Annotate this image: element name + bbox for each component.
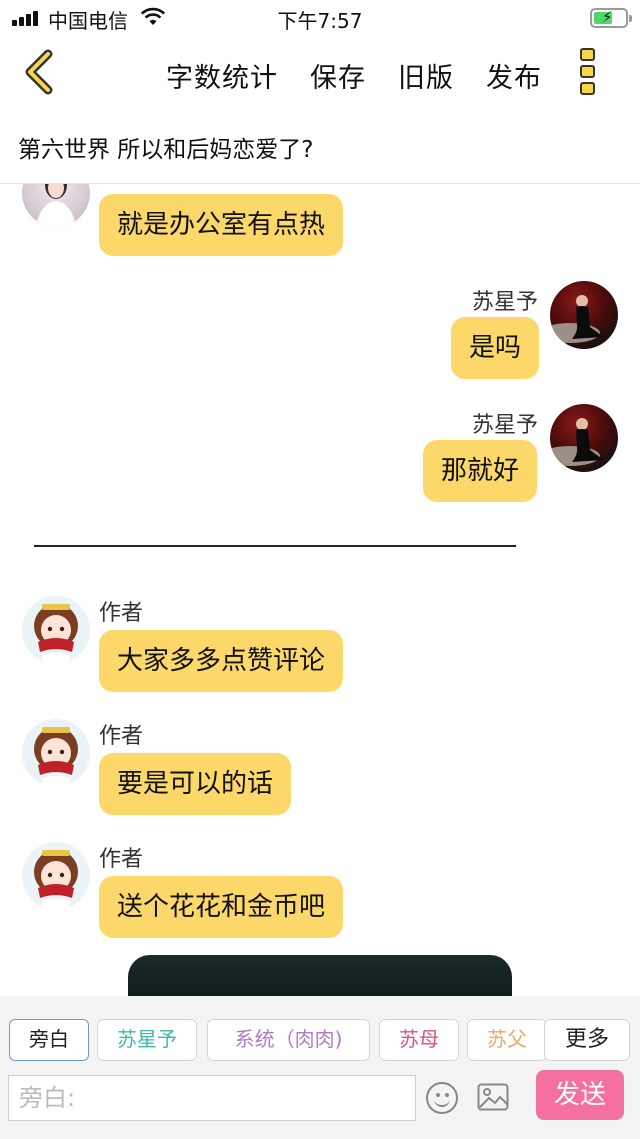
sender-name: 作者 [99, 847, 144, 872]
image-message[interactable] [128, 955, 512, 996]
sender-name: 作者 [99, 601, 144, 626]
chapter-title[interactable]: 第六世界 所以和后妈恋爱了? [18, 130, 314, 164]
message-bubble[interactable]: 就是办公室有点热 [99, 194, 344, 256]
composer-panel: 旁白 苏星予 系统（肉肉) 苏母 苏父 更多 旁白: 发送 [0, 996, 640, 1139]
message-input[interactable]: 旁白: [8, 1075, 416, 1121]
status-bar: 中国电信 下午7:57 ⚡ [0, 0, 640, 36]
role-chip-su-xingyu[interactable]: 苏星予 [97, 1019, 197, 1061]
more-roles-button[interactable]: 更多 [544, 1019, 630, 1061]
sender-name: 苏星予 [471, 290, 538, 315]
message-bubble[interactable]: 那就好 [423, 440, 538, 502]
chat-area[interactable]: 就是办公室有点热 苏星予 是吗 苏星予 那就好 作者 大家多多点赞评论 作者 要… [0, 184, 640, 996]
woman-avatar[interactable] [22, 184, 90, 227]
emoji-icon[interactable] [426, 1082, 458, 1114]
word-count-button[interactable]: 字数统计 [166, 56, 278, 95]
image-icon[interactable] [477, 1083, 509, 1111]
status-time: 下午7:57 [277, 9, 363, 33]
sender-name: 作者 [99, 724, 144, 749]
back-chevron-icon[interactable] [18, 48, 62, 96]
message-bubble[interactable]: 要是可以的话 [99, 753, 292, 815]
role-chip-narration[interactable]: 旁白 [9, 1019, 89, 1061]
message-bubble[interactable]: 送个花花和金币吧 [99, 876, 344, 938]
old-version-button[interactable]: 旧版 [398, 56, 454, 95]
send-button[interactable]: 发送 [536, 1070, 624, 1120]
message-bubble[interactable]: 大家多多点赞评论 [99, 630, 344, 692]
role-chip-system[interactable]: 系统（肉肉) [207, 1019, 370, 1061]
cartoon-girl-avatar[interactable] [22, 719, 90, 787]
role-chip-su-mother[interactable]: 苏母 [379, 1019, 459, 1061]
cartoon-girl-avatar[interactable] [22, 842, 90, 910]
scene-divider [34, 545, 516, 547]
battery-icon: ⚡ [590, 8, 632, 28]
cartoon-girl-avatar[interactable] [22, 596, 90, 664]
more-menu-icon[interactable] [580, 48, 598, 98]
sender-name: 苏星予 [471, 413, 538, 438]
dark-dress-avatar[interactable] [550, 281, 618, 349]
nav-bar: 字数统计 保存 旧版 发布 [0, 36, 640, 110]
message-bubble[interactable]: 是吗 [451, 317, 540, 379]
role-chip-su-father[interactable]: 苏父 [467, 1019, 547, 1061]
publish-button[interactable]: 发布 [486, 56, 542, 95]
save-button[interactable]: 保存 [310, 56, 366, 95]
dark-dress-avatar[interactable] [550, 404, 618, 472]
